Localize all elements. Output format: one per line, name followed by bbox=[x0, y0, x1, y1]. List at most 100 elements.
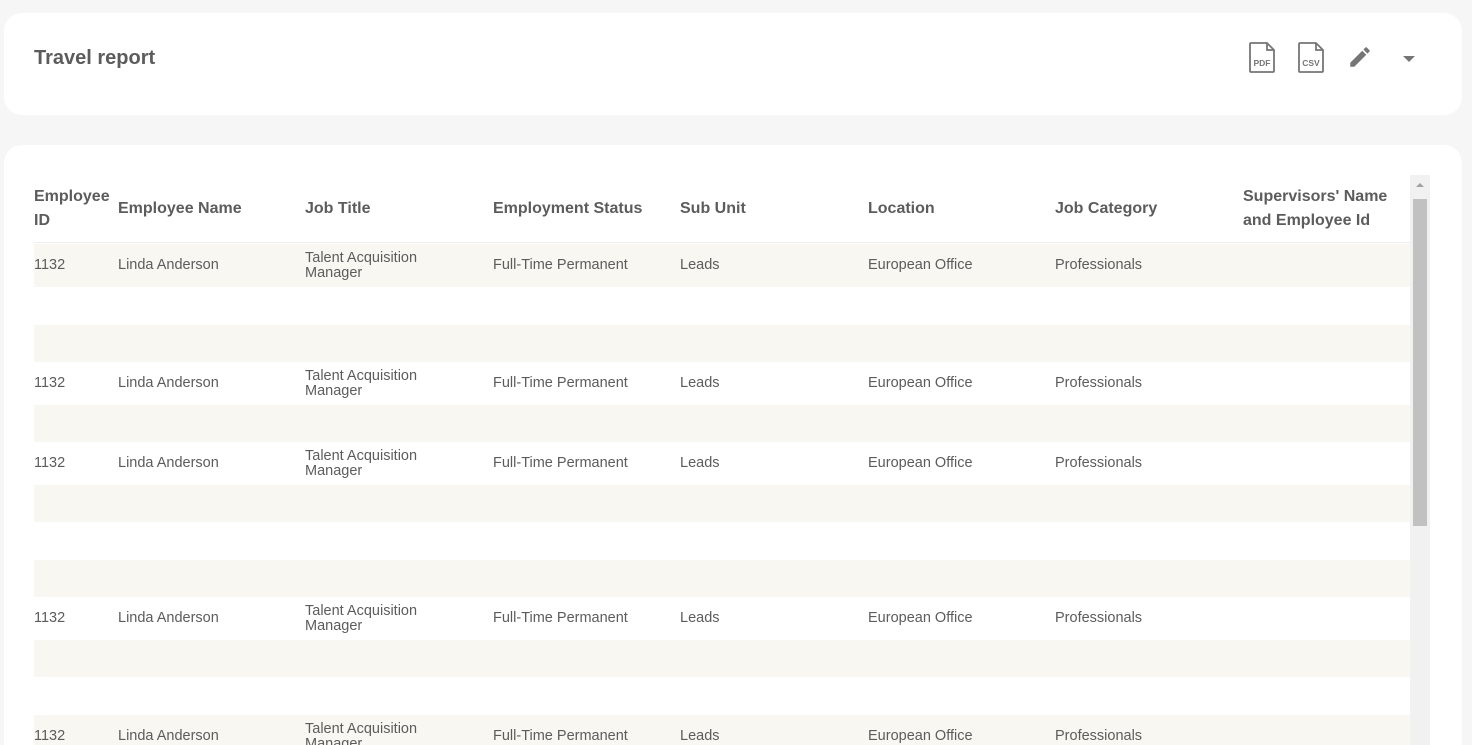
cell-location bbox=[868, 287, 1055, 325]
cell-employee-id: 1132 bbox=[34, 375, 66, 391]
cell-location bbox=[868, 325, 1055, 362]
table-row bbox=[34, 522, 1410, 560]
cell-supervisor bbox=[1243, 640, 1410, 677]
table-row bbox=[34, 405, 1410, 442]
cell-job-category bbox=[1055, 677, 1242, 715]
table-vertical-scrollbar[interactable] bbox=[1410, 175, 1430, 745]
page-title: Travel report bbox=[34, 47, 156, 69]
cell-employee-id: 1132 bbox=[34, 455, 66, 471]
cell-location bbox=[868, 640, 1055, 677]
cell-employee-name bbox=[118, 287, 305, 325]
cell-employee-name bbox=[118, 560, 305, 597]
cell-job-title bbox=[305, 640, 455, 677]
table-row: 1132 Linda Anderson Talent Acquisition Man… bbox=[34, 362, 1410, 405]
table-header: Employee ID Employee Name Job Title Empl… bbox=[34, 175, 1410, 243]
cell-employee-name bbox=[118, 325, 305, 362]
cell-employee-name bbox=[118, 522, 305, 560]
cell-sub-unit: Leads bbox=[680, 728, 720, 744]
table-row bbox=[34, 287, 1410, 325]
cell-location bbox=[868, 677, 1055, 715]
cell-location: European Office bbox=[868, 257, 973, 273]
cell-employment-status bbox=[493, 522, 680, 560]
column-header-employee-name: Employee Name bbox=[118, 200, 242, 217]
table-row: 1132 Linda Anderson Talent Acquisition Man… bbox=[34, 597, 1410, 640]
cell-job-title bbox=[305, 677, 455, 715]
scroll-up-arrow-icon[interactable] bbox=[1410, 175, 1430, 195]
csv-export-button[interactable]: CSV bbox=[1295, 41, 1326, 75]
cell-job-title bbox=[305, 560, 455, 597]
cell-employment-status: Full-Time Permanent bbox=[493, 728, 628, 744]
caret-down-icon bbox=[1401, 51, 1417, 69]
cell-employment-status bbox=[493, 287, 680, 325]
cell-employee-id bbox=[34, 560, 118, 597]
cell-job-title: Talent Acquisition Manager bbox=[305, 602, 418, 634]
cell-employment-status: Full-Time Permanent bbox=[493, 455, 628, 471]
header-actions: PDF CSV bbox=[1246, 41, 1424, 75]
table-row: 1132 Linda Anderson Talent Acquisition Man… bbox=[34, 244, 1410, 287]
cell-supervisor bbox=[1243, 362, 1410, 405]
cell-supervisor bbox=[1243, 597, 1410, 640]
cell-sub-unit bbox=[680, 522, 867, 560]
cell-employment-status: Full-Time Permanent bbox=[493, 257, 628, 273]
cell-job-title bbox=[305, 522, 455, 560]
cell-employee-name bbox=[118, 405, 305, 442]
column-header-employment-status: Employment Status bbox=[493, 200, 643, 217]
pdf-icon-label: PDF bbox=[1253, 58, 1270, 68]
cell-employee-name bbox=[118, 485, 305, 522]
cell-employment-status bbox=[493, 405, 680, 442]
cell-employment-status bbox=[493, 485, 680, 522]
cell-location bbox=[868, 405, 1055, 442]
cell-sub-unit bbox=[680, 560, 867, 597]
cell-job-title bbox=[305, 405, 455, 442]
cell-employment-status: Full-Time Permanent bbox=[493, 375, 628, 391]
cell-employee-name: Linda Anderson bbox=[118, 610, 219, 626]
cell-sub-unit: Leads bbox=[680, 257, 720, 273]
table-row bbox=[34, 640, 1410, 677]
more-actions-button[interactable] bbox=[1393, 44, 1424, 75]
cell-supervisor bbox=[1243, 715, 1410, 745]
table-row: 1132 Linda Anderson Talent Acquisition Man… bbox=[34, 442, 1410, 485]
cell-employee-id: 1132 bbox=[34, 257, 66, 273]
report-table: Employee ID Employee Name Job Title Empl… bbox=[34, 175, 1410, 745]
cell-employment-status bbox=[493, 677, 680, 715]
cell-employee-id bbox=[34, 522, 118, 560]
cell-job-category bbox=[1055, 640, 1242, 677]
cell-job-title: Talent Acquisition Manager bbox=[305, 249, 418, 281]
cell-sub-unit bbox=[680, 485, 867, 522]
cell-employee-name: Linda Anderson bbox=[118, 455, 219, 471]
report-table-card: Employee ID Employee Name Job Title Empl… bbox=[4, 145, 1462, 745]
edit-button[interactable] bbox=[1344, 44, 1375, 75]
cell-job-title bbox=[305, 485, 455, 522]
cell-supervisor bbox=[1243, 485, 1410, 522]
cell-supervisor bbox=[1243, 325, 1410, 362]
pdf-export-button[interactable]: PDF bbox=[1246, 41, 1277, 75]
cell-employee-id bbox=[34, 325, 118, 362]
cell-employee-id bbox=[34, 640, 118, 677]
csv-icon-label: CSV bbox=[1302, 58, 1320, 68]
cell-employee-name: Linda Anderson bbox=[118, 257, 219, 273]
cell-job-category bbox=[1055, 485, 1242, 522]
cell-job-category bbox=[1055, 560, 1242, 597]
cell-supervisor bbox=[1243, 244, 1410, 287]
cell-supervisor bbox=[1243, 677, 1410, 715]
cell-employment-status bbox=[493, 325, 680, 362]
cell-job-category: Professionals bbox=[1055, 455, 1143, 471]
table-row bbox=[34, 677, 1410, 715]
cell-sub-unit bbox=[680, 405, 867, 442]
pencil-icon bbox=[1347, 44, 1373, 75]
cell-employee-id bbox=[34, 485, 118, 522]
cell-employee-name bbox=[118, 677, 305, 715]
cell-sub-unit bbox=[680, 677, 867, 715]
cell-supervisor bbox=[1243, 287, 1410, 325]
cell-location: European Office bbox=[868, 610, 973, 626]
cell-job-category bbox=[1055, 522, 1242, 560]
cell-job-title: Talent Acquisition Manager bbox=[305, 720, 418, 745]
cell-sub-unit bbox=[680, 287, 867, 325]
cell-job-category bbox=[1055, 325, 1242, 362]
cell-sub-unit: Leads bbox=[680, 375, 720, 391]
cell-location: European Office bbox=[868, 728, 973, 744]
scrollbar-thumb[interactable] bbox=[1413, 199, 1427, 526]
cell-job-title bbox=[305, 325, 455, 362]
cell-location bbox=[868, 560, 1055, 597]
cell-location: European Office bbox=[868, 375, 973, 391]
